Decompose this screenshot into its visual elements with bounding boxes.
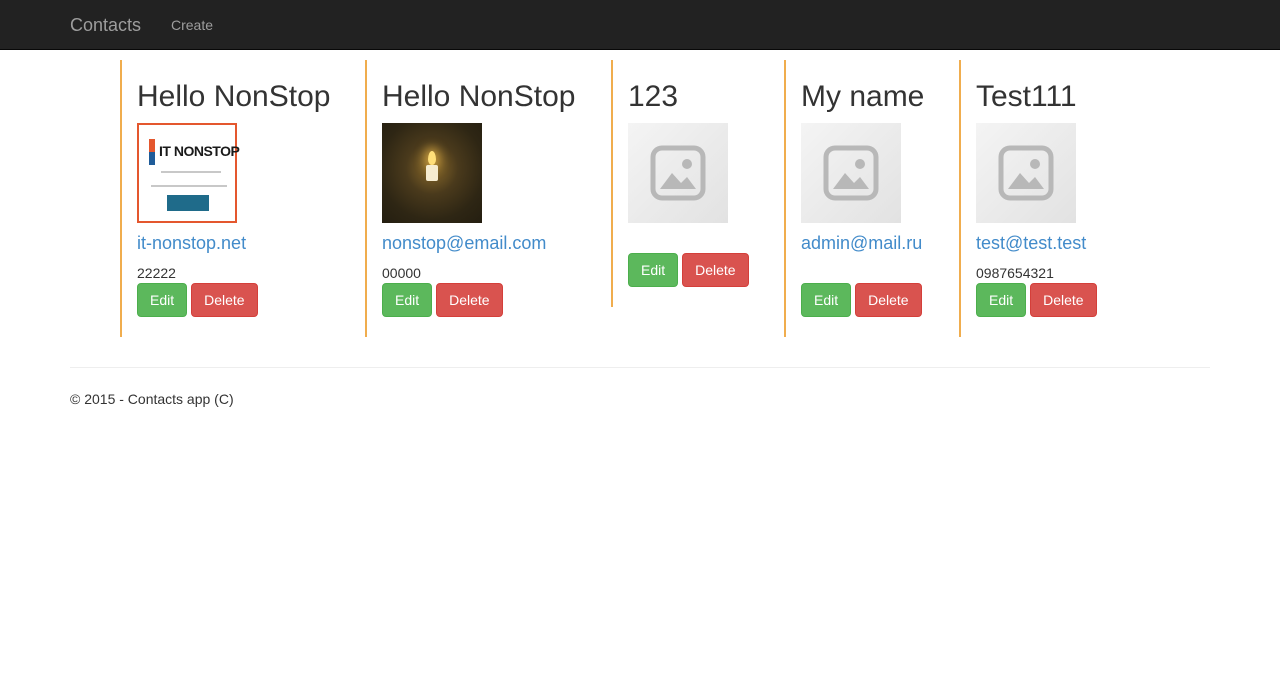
logo-text: IT NONSTOP [159, 143, 240, 159]
footer-divider [70, 367, 1210, 368]
footer-copyright: © 2015 - Contacts app (C) [70, 391, 234, 407]
contact-photo [382, 123, 482, 223]
contact-photo [628, 123, 728, 223]
contact-email-link[interactable]: admin@mail.ru [801, 233, 924, 253]
contact-actions: Edit Delete [382, 283, 575, 317]
contact-name: 123 [628, 80, 679, 113]
delete-button[interactable]: Delete [1030, 283, 1097, 317]
contact-actions: Edit Delete [628, 253, 749, 287]
contact-name: My name [801, 80, 925, 113]
delete-button[interactable]: Delete [436, 283, 503, 317]
logo-button-shape [167, 195, 209, 211]
contact-email-link[interactable]: nonstop@email.com [382, 233, 575, 253]
contact-name: Test111 [976, 80, 1077, 113]
contact-photo [801, 123, 901, 223]
contact-email-link[interactable]: it-nonstop.net [137, 233, 330, 253]
contact-email-link[interactable]: test@test.test [976, 233, 1097, 253]
delete-button[interactable]: Delete [191, 283, 258, 317]
contact-name: Hello NonStop [137, 80, 331, 113]
edit-button[interactable]: Edit [976, 283, 1027, 317]
candle-icon [426, 165, 438, 181]
delete-button[interactable]: Delete [682, 253, 749, 287]
contact-card: Hello NonStop IT NONSTOP it-nonstop.net … [120, 60, 330, 337]
edit-button[interactable]: Edit [382, 283, 433, 317]
contact-card: Test111 test@test.test 0987654321 Edit D… [959, 60, 1097, 337]
contact-actions: Edit Delete [137, 283, 330, 317]
edit-button[interactable]: Edit [137, 283, 188, 317]
contact-phone: 0987654321 [976, 265, 1054, 281]
edit-button[interactable]: Edit [801, 283, 852, 317]
placeholder-image-icon [823, 145, 879, 201]
contact-photo: IT NONSTOP [137, 123, 240, 223]
logo-divider [151, 185, 227, 187]
contact-card: 123 Edit Delete [611, 60, 749, 307]
edit-button[interactable]: Edit [628, 253, 679, 287]
top-navbar: Contacts Create [0, 0, 1280, 50]
candle-flame-icon [428, 151, 436, 165]
contact-card: Hello NonStop nonstop@email.com 00000 Ed… [365, 60, 575, 337]
placeholder-image-icon [998, 145, 1054, 201]
contact-actions: Edit Delete [801, 283, 924, 317]
navbar-brand-link[interactable]: Contacts [70, 15, 141, 35]
contact-name: Hello NonStop [382, 80, 576, 113]
logo-mark-icon [149, 139, 155, 165]
logo-divider [161, 171, 221, 173]
placeholder-image-icon [650, 145, 706, 201]
contact-phone [801, 263, 924, 283]
contact-photo [976, 123, 1076, 223]
delete-button[interactable]: Delete [855, 283, 922, 317]
nav-link-create[interactable]: Create [171, 17, 213, 33]
contact-card: My name admin@mail.ru Edit Delete [784, 60, 924, 337]
contact-phone: 00000 [382, 265, 421, 281]
contact-phone: 22222 [137, 265, 176, 281]
contact-actions: Edit Delete [976, 283, 1097, 317]
